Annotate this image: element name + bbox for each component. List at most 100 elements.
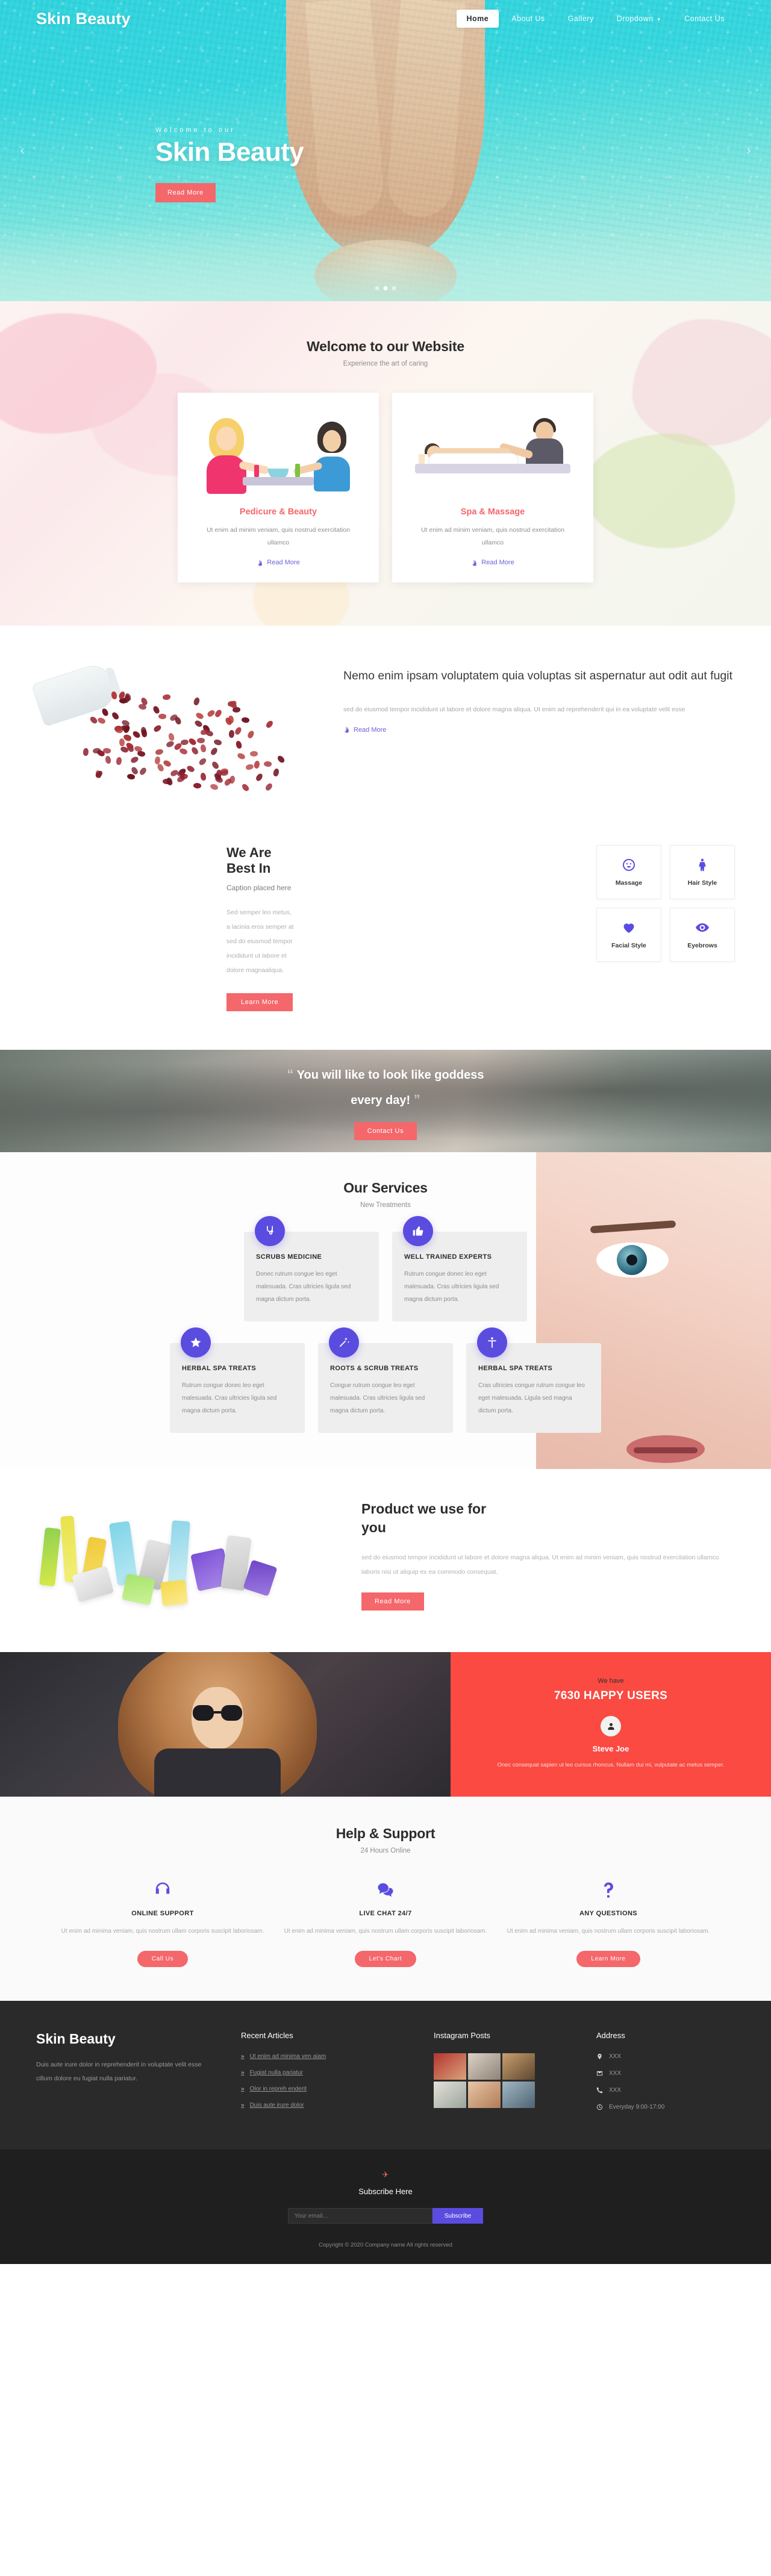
service-card-herbal-spa-treats-1: HERBAL SPA TREATS Rutrum congue donec le…	[170, 1343, 305, 1433]
rose-petal	[105, 756, 111, 764]
service-card-title: HERBAL SPA TREATS	[182, 1365, 293, 1372]
help-header: Help & Support 24 Hours Online	[0, 1826, 771, 1854]
nav-item-home[interactable]: Home	[457, 10, 499, 28]
welcome-card-read-more-link[interactable]: Read More	[471, 559, 514, 566]
quote-line-1: You will like to look like goddess	[297, 1068, 484, 1082]
hero-illustration-legs	[286, 0, 485, 259]
footer-article-link[interactable]: » Duis aute irure dolor	[241, 2102, 410, 2109]
instagram-thumb[interactable]	[468, 2082, 501, 2108]
service-icon-wrap	[255, 1216, 285, 1246]
best-in-box-massage[interactable]: Massage	[596, 845, 661, 899]
rose-petal	[265, 720, 275, 729]
footer-about-text: Duis aute irure dolor in reprehenderit i…	[36, 2058, 217, 2086]
sunglasses-icon	[193, 1705, 242, 1721]
face-lips	[626, 1435, 705, 1463]
best-in-learn-more-button[interactable]: Learn More	[226, 993, 293, 1011]
welcome-card-read-more-label: Read More	[481, 559, 514, 566]
welcome-card-read-more-link[interactable]: Read More	[257, 559, 299, 566]
best-in-box-label: Massage	[616, 879, 642, 887]
happy-users-photo	[0, 1652, 451, 1797]
instagram-thumb[interactable]	[434, 2053, 466, 2080]
instagram-thumb[interactable]	[468, 2053, 501, 2080]
cosmetic-bottle	[167, 1520, 190, 1589]
help-subtitle: 24 Hours Online	[0, 1847, 771, 1854]
service-card-scrubs-medicine: SCRUBS MEDICINE Donec rutrum congue leo …	[244, 1232, 379, 1321]
footer-article-link[interactable]: » Fugiat nulla pariatur	[241, 2069, 410, 2076]
main-navigation: Skin Beauty Home About Us Gallery Dropdo…	[0, 0, 771, 37]
service-card-text: Rutrum congue donec leo eget malesuada. …	[182, 1379, 293, 1417]
instagram-thumb[interactable]	[502, 2082, 535, 2108]
rose-petal	[241, 716, 250, 723]
rose-petal	[89, 715, 98, 725]
rose-petal	[168, 733, 175, 741]
services-row-1: SCRUBS MEDICINE Donec rutrum congue leo …	[0, 1232, 771, 1321]
footer-address-phone: XXX	[596, 2087, 735, 2094]
about-petals-read-more-link[interactable]: Read More	[343, 726, 386, 734]
subscribe-button[interactable]: Subscribe	[432, 2208, 483, 2224]
person-icon	[486, 1336, 498, 1349]
rose-petal	[186, 764, 196, 773]
rose-petal	[276, 754, 286, 764]
services-row-2: HERBAL SPA TREATS Rutrum congue donec le…	[0, 1343, 771, 1433]
product-read-more-button[interactable]: Read More	[361, 1592, 424, 1611]
rose-petal	[193, 696, 201, 706]
service-card-text: Rutrum congue donec leo eget malesuada. …	[404, 1268, 515, 1306]
best-in-icon-grid: Massage Hair Style Facial Style Eyebrows	[596, 845, 735, 962]
help-lets-chart-button[interactable]: Let's Chart	[355, 1951, 417, 1967]
instagram-thumb[interactable]	[502, 2053, 535, 2080]
best-in-box-facial-style[interactable]: Facial Style	[596, 908, 661, 962]
rose-petal	[236, 740, 242, 749]
subscribe-section: ✈ Subscribe Here Subscribe	[0, 2150, 771, 2242]
help-call-us-button[interactable]: Call Us	[137, 1951, 188, 1967]
service-card-text: Donec rutrum congue leo eget malesuada. …	[256, 1268, 367, 1306]
slider-dot-1[interactable]	[375, 286, 379, 290]
rose-petal	[83, 748, 90, 757]
rose-petal	[115, 756, 122, 766]
rose-petal	[163, 694, 170, 700]
welcome-card-text: Ut enim ad minim veniam, quis nostrud ex…	[401, 524, 585, 549]
instagram-thumb[interactable]	[434, 2082, 466, 2108]
services-cards: SCRUBS MEDICINE Donec rutrum congue leo …	[0, 1232, 771, 1433]
cosmetic-bottle	[160, 1580, 188, 1606]
best-in-box-hair-style[interactable]: Hair Style	[670, 845, 735, 899]
best-in-box-label: Facial Style	[611, 942, 646, 949]
rose-petal	[158, 713, 167, 720]
footer-article-link[interactable]: » Ut enim ad minima ven aiam	[241, 2053, 410, 2060]
help-column-online-support: ONLINE SUPPORT Ut enim ad minima veniam,…	[60, 1880, 265, 1967]
slider-prev-icon[interactable]: ‹	[13, 142, 31, 160]
footer-article-link[interactable]: » Olor in repreh enderit	[241, 2086, 410, 2092]
quote-contact-us-button[interactable]: Contact Us	[354, 1122, 417, 1140]
rose-petal	[97, 716, 107, 725]
rose-petal	[193, 782, 202, 790]
quote-text: “ You will like to look like goddess eve…	[287, 1062, 484, 1112]
quote-line-2: every day!	[351, 1094, 410, 1107]
welcome-card-text: Ut enim ad minim veniam, quis nostrud ex…	[186, 524, 370, 549]
subscribe-email-input[interactable]	[288, 2208, 432, 2224]
site-logo[interactable]: Skin Beauty	[36, 10, 131, 28]
footer-logo[interactable]: Skin Beauty	[36, 2031, 217, 2047]
nav-item-about-us[interactable]: About Us	[501, 10, 555, 28]
hero-read-more-button[interactable]: Read More	[155, 183, 216, 202]
best-in-box-label: Hair Style	[688, 879, 717, 887]
footer-articles-heading: Recent Articles	[241, 2031, 410, 2040]
cosmetic-bottle	[122, 1574, 155, 1606]
nav-item-contact-us[interactable]: Contact Us	[674, 10, 735, 28]
help-learn-more-button[interactable]: Learn More	[576, 1951, 640, 1967]
best-in-box-eyebrows[interactable]: Eyebrows	[670, 908, 735, 962]
rose-petal	[166, 777, 173, 785]
help-title: Help & Support	[0, 1826, 771, 1842]
slider-next-icon[interactable]: ›	[740, 142, 758, 160]
help-column-title: ONLINE SUPPORT	[60, 1910, 265, 1917]
hand-pointer-icon	[257, 560, 263, 566]
nav-item-gallery[interactable]: Gallery	[558, 10, 604, 28]
footer-address-column: Address XXX XXX XXX Everyday 9:00-17:00	[596, 2031, 735, 2121]
best-in-caption: Caption placed here	[226, 884, 295, 892]
slider-dot-3[interactable]	[392, 286, 396, 290]
slider-dot-2[interactable]	[384, 286, 388, 290]
help-icon-wrap	[283, 1880, 488, 1900]
service-card-title: SCRUBS MEDICINE	[256, 1253, 367, 1261]
nav-item-dropdown[interactable]: Dropdown ▼	[607, 10, 672, 28]
product-section: Product we use for you sed do eiusmod te…	[0, 1469, 771, 1652]
footer-address-phone-text: XXX	[609, 2087, 621, 2094]
service-card-title: ROOTS & SCRUB TREATS	[330, 1365, 441, 1372]
